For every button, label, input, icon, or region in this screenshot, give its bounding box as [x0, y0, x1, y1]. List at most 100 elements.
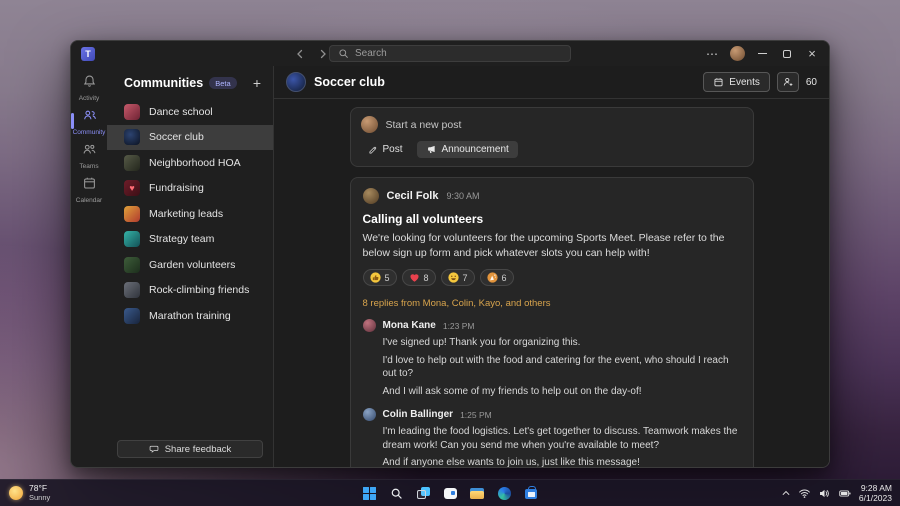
- reaction-heart[interactable]: 8: [402, 269, 436, 286]
- add-members-button[interactable]: [777, 72, 799, 92]
- laugh-emoji-icon: [448, 272, 459, 283]
- edge-icon: [498, 487, 511, 500]
- search-bar[interactable]: Search: [329, 45, 571, 62]
- reply-timestamp: 1:23 PM: [443, 321, 475, 331]
- composer-card: Start a new post Post: [350, 107, 754, 167]
- back-button[interactable]: [293, 47, 307, 61]
- taskbar-search-button[interactable]: [387, 484, 405, 502]
- post-body: We're looking for volunteers for the upc…: [363, 231, 741, 260]
- titlebar: T Search ⋯ ×: [71, 41, 829, 66]
- close-button[interactable]: ×: [801, 44, 823, 64]
- rail-label: Teams: [79, 163, 98, 170]
- sidebar-title: Communities: [124, 76, 203, 90]
- wifi-icon[interactable]: [798, 487, 811, 500]
- share-feedback-button[interactable]: Share feedback: [117, 440, 263, 458]
- task-view-button[interactable]: [414, 484, 432, 502]
- volume-icon[interactable]: [818, 487, 831, 500]
- taskbar: 78°F Sunny: [0, 479, 900, 506]
- reaction-like[interactable]: 5: [363, 269, 397, 286]
- rail-item-calendar[interactable]: Calendar: [71, 173, 107, 206]
- community-name: Strategy team: [149, 233, 214, 245]
- reply-mona: Mona Kane 1:23 PM I've signed up! Thank …: [363, 319, 741, 398]
- post-title: Calling all volunteers: [363, 212, 741, 226]
- sidebar-item-strategy-team[interactable]: Strategy team: [107, 227, 273, 253]
- reply-text: I'm leading the food logistics. Let's ge…: [383, 425, 741, 452]
- clock-widget[interactable]: 9:28 AM 6/1/2023: [859, 483, 892, 503]
- reaction-celebrate[interactable]: 6: [480, 269, 514, 286]
- search-icon: [338, 48, 349, 59]
- store-button[interactable]: [522, 484, 540, 502]
- sun-icon: [9, 486, 23, 500]
- search-placeholder: Search: [355, 48, 387, 59]
- account-avatar[interactable]: [726, 44, 748, 64]
- replies-summary-link[interactable]: 8 replies from Mona, Colin, Kayo, and ot…: [363, 298, 741, 309]
- reply-author-avatar: [363, 319, 376, 332]
- beta-badge: Beta: [209, 77, 236, 89]
- reply-text: I'd love to help out with the food and c…: [383, 354, 741, 381]
- member-count: 60: [806, 77, 817, 88]
- sidebar-item-rock-climbing-friends[interactable]: Rock-climbing friends: [107, 278, 273, 304]
- community-title: Soccer club: [314, 75, 385, 89]
- community-avatar: [286, 72, 306, 92]
- windows-logo-icon: [363, 487, 376, 500]
- soccer-club-icon: [124, 129, 140, 145]
- events-button[interactable]: Events: [703, 72, 770, 92]
- calendar-icon: [82, 176, 97, 196]
- post-author-avatar: [363, 188, 379, 204]
- rail-item-community[interactable]: Community: [71, 105, 107, 138]
- battery-icon[interactable]: [838, 487, 852, 500]
- feed-scroll-area[interactable]: Start a new post Post: [274, 99, 829, 468]
- rail-item-activity[interactable]: Activity: [71, 71, 107, 104]
- person-add-icon: [782, 76, 794, 88]
- rail-item-teams[interactable]: Teams: [71, 139, 107, 172]
- reaction-count: 7: [463, 273, 468, 283]
- dance-school-icon: [124, 104, 140, 120]
- sidebar-item-garden-volunteers[interactable]: Garden volunteers: [107, 252, 273, 278]
- new-post-input[interactable]: Start a new post: [361, 116, 743, 133]
- post-type-button[interactable]: Post: [361, 141, 410, 158]
- community-name: Dance school: [149, 106, 213, 118]
- weather-widget[interactable]: 78°F Sunny: [9, 484, 50, 502]
- system-tray: 9:28 AM 6/1/2023: [781, 483, 892, 503]
- taskbar-icons: [360, 484, 540, 502]
- community-name: Neighborhood HOA: [149, 157, 241, 169]
- more-options-icon[interactable]: ⋯: [701, 44, 723, 64]
- sidebar-item-marketing-leads[interactable]: Marketing leads: [107, 201, 273, 227]
- post-card: Cecil Folk 9:30 AM Calling all volunteer…: [350, 177, 754, 468]
- minimize-button[interactable]: [751, 44, 773, 64]
- edge-button[interactable]: [495, 484, 513, 502]
- community-name: Marketing leads: [149, 208, 223, 220]
- garden-volunteers-icon: [124, 257, 140, 273]
- bell-icon: [82, 74, 97, 94]
- reply-author-avatar: [363, 408, 376, 421]
- sidebar-item-fundraising[interactable]: ♥ Fundraising: [107, 176, 273, 202]
- reply-text: And if anyone else wants to join us, jus…: [383, 456, 741, 468]
- file-explorer-button[interactable]: [468, 484, 486, 502]
- marketing-leads-icon: [124, 206, 140, 222]
- add-community-button[interactable]: +: [253, 76, 261, 90]
- sidebar-item-dance-school[interactable]: Dance school: [107, 99, 273, 125]
- chat-button[interactable]: [441, 484, 459, 502]
- teams-logo-icon: T: [81, 47, 95, 61]
- sidebar-item-marathon-training[interactable]: Marathon training: [107, 303, 273, 329]
- tray-chevron-up-icon[interactable]: [781, 488, 791, 498]
- sidebar-item-soccer-club[interactable]: Soccer club: [107, 125, 273, 151]
- sidebar-header: Communities Beta +: [107, 66, 273, 99]
- start-button[interactable]: [360, 484, 378, 502]
- rail-label: Activity: [79, 95, 100, 102]
- sidebar-item-neighborhood-hoa[interactable]: Neighborhood HOA: [107, 150, 273, 176]
- share-feedback-label: Share feedback: [165, 444, 232, 455]
- post-author: Cecil Folk: [387, 190, 439, 202]
- marathon-training-icon: [124, 308, 140, 324]
- history-nav: [293, 47, 330, 61]
- events-calendar-icon: [713, 77, 724, 88]
- community-list: Dance school Soccer club Neighborhood HO…: [107, 99, 273, 432]
- reply-author: Mona Kane: [383, 320, 436, 331]
- clock-time: 9:28 AM: [861, 483, 892, 493]
- composer-placeholder: Start a new post: [386, 119, 462, 131]
- post-timestamp: 9:30 AM: [446, 191, 479, 201]
- announcement-type-button[interactable]: Announcement: [417, 141, 518, 158]
- reaction-laugh[interactable]: 7: [441, 269, 475, 286]
- maximize-button[interactable]: [776, 44, 798, 64]
- forward-button[interactable]: [316, 47, 330, 61]
